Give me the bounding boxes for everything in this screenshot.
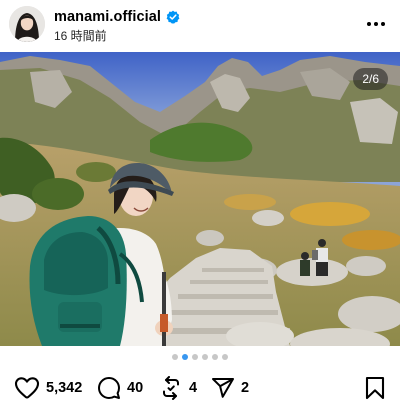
username-link[interactable]: manami.official bbox=[54, 9, 180, 25]
share-button[interactable]: 2 bbox=[211, 374, 249, 402]
slide-counter: 2/6 bbox=[353, 68, 388, 90]
like-count[interactable]: 5,342 bbox=[46, 380, 82, 396]
share-count[interactable]: 2 bbox=[241, 380, 249, 396]
post-photo[interactable]: 2/6 bbox=[0, 52, 400, 346]
hiking-photo bbox=[0, 52, 400, 346]
like-button[interactable]: 5,342 bbox=[14, 374, 82, 402]
carousel-dot[interactable] bbox=[212, 354, 218, 360]
instagram-post: manami.official 16 時間前 2/6 5,342 40 4 2 bbox=[0, 0, 400, 409]
repost-icon bbox=[163, 376, 179, 400]
verified-badge-icon bbox=[166, 10, 180, 24]
comment-bubble-icon bbox=[98, 377, 120, 399]
save-button[interactable] bbox=[364, 374, 386, 402]
post-action-bar: 5,342 40 4 2 bbox=[0, 374, 400, 402]
carousel-indicator bbox=[0, 354, 400, 362]
repost-button[interactable]: 4 bbox=[159, 374, 197, 402]
more-options-button[interactable] bbox=[364, 12, 388, 36]
carousel-dot[interactable] bbox=[222, 354, 228, 360]
heart-icon bbox=[14, 377, 40, 399]
more-horizontal-icon bbox=[367, 22, 385, 26]
paper-plane-icon bbox=[212, 378, 234, 398]
username[interactable]: manami.official bbox=[54, 9, 161, 25]
avatar[interactable] bbox=[9, 6, 45, 42]
post-timestamp: 16 時間前 bbox=[54, 29, 107, 43]
carousel-dot[interactable] bbox=[202, 354, 208, 360]
repost-count[interactable]: 4 bbox=[189, 380, 197, 396]
carousel-dot[interactable] bbox=[172, 354, 178, 360]
carousel-dot-active[interactable] bbox=[182, 354, 188, 360]
comment-button[interactable]: 40 bbox=[97, 374, 143, 402]
carousel-dot[interactable] bbox=[192, 354, 198, 360]
bookmark-icon bbox=[365, 376, 385, 400]
comment-count[interactable]: 40 bbox=[127, 380, 143, 396]
post-header: manami.official 16 時間前 bbox=[0, 0, 400, 52]
